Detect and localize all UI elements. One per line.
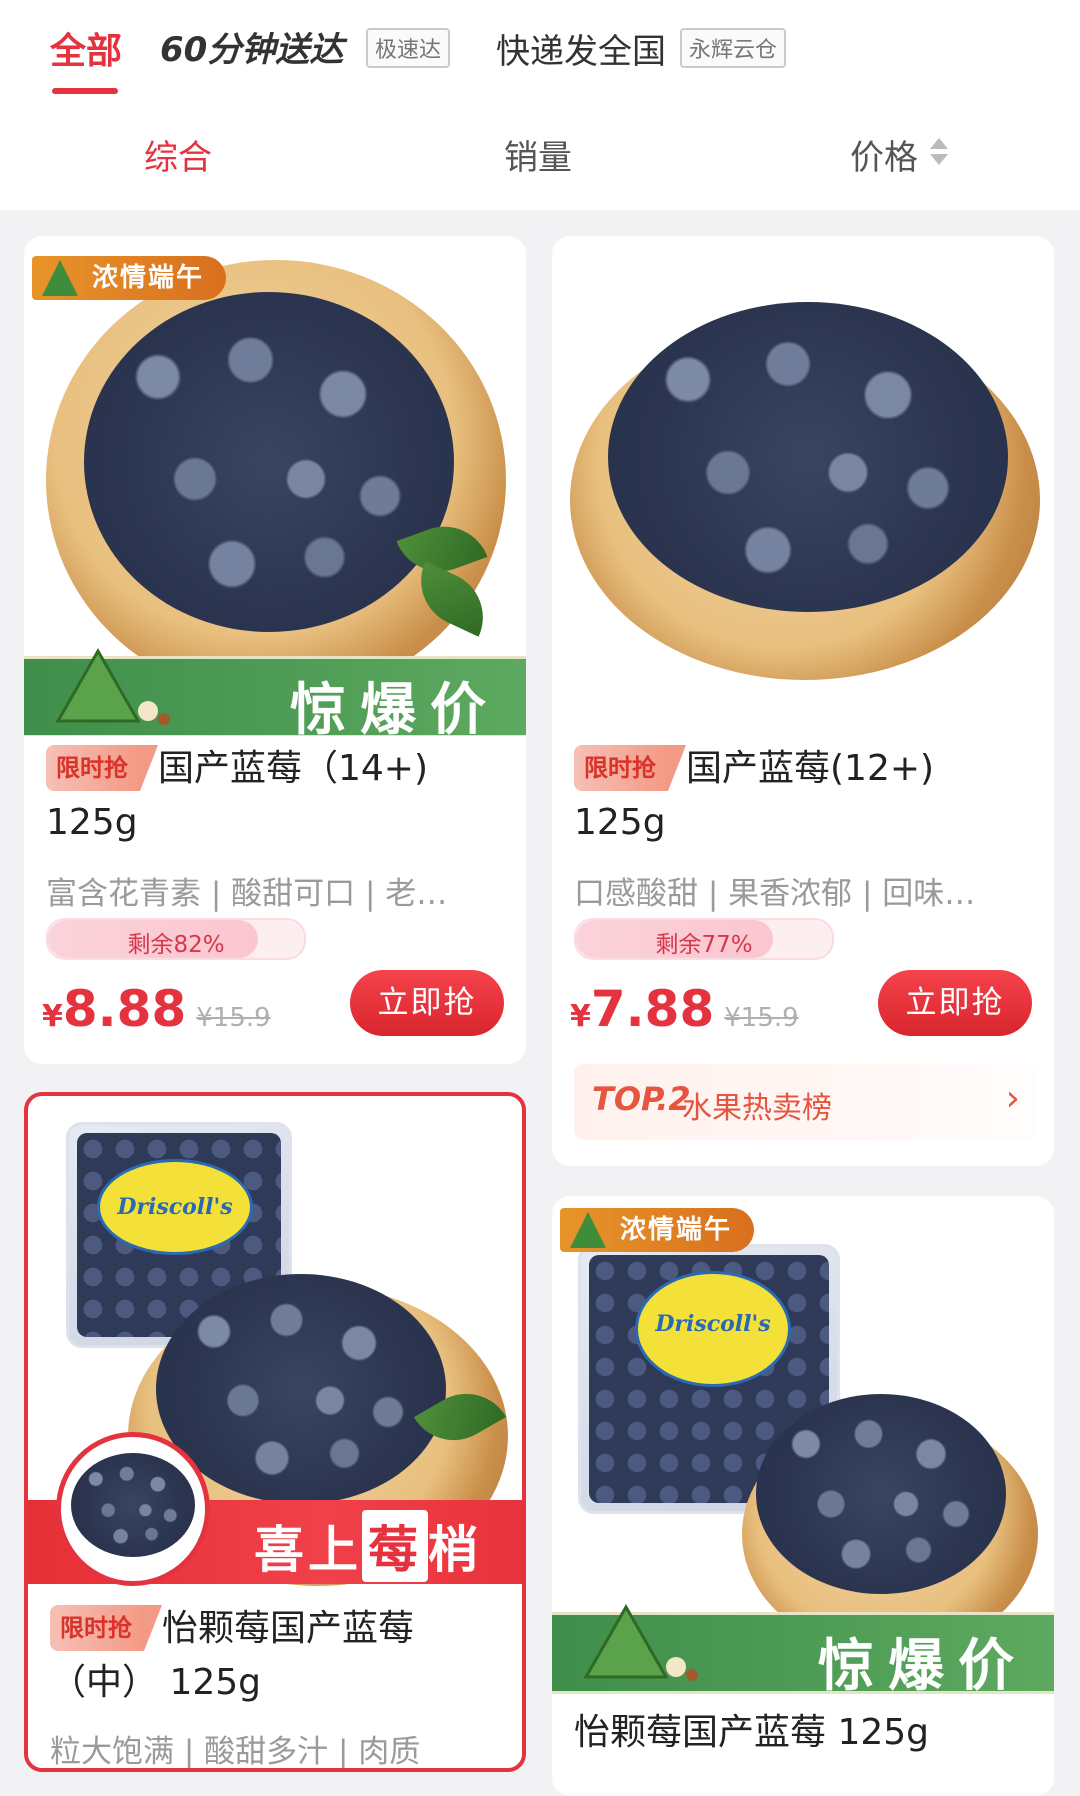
product-title: 怡颗莓国产蓝莓 125g bbox=[574, 1712, 930, 1753]
product-image bbox=[552, 236, 1054, 736]
product-title: 限时抢 国产蓝莓（14+) 125g bbox=[46, 742, 516, 850]
tab-active-indicator bbox=[52, 88, 118, 94]
product-card[interactable]: Driscoll's 浓情端午 惊爆价 怡颗莓国产蓝莓 125g bbox=[552, 1196, 1054, 1796]
sort-sales[interactable]: 销量 bbox=[504, 130, 572, 179]
warehouse-tag-badge: 永辉云仓 bbox=[680, 28, 787, 68]
rank-list-name: 水果热卖榜 bbox=[682, 1091, 832, 1126]
promo-ribbon: 浓情端午 bbox=[32, 256, 227, 300]
stock-progress: 剩余82% bbox=[46, 918, 306, 960]
product-subtitle: 口感酸甜 | 果香浓郁 | 回味… bbox=[574, 876, 976, 912]
sort-price[interactable]: 价格 bbox=[850, 130, 918, 179]
tab-all[interactable]: 全部 bbox=[50, 22, 122, 74]
express-tag-badge: 极速达 bbox=[366, 28, 451, 68]
product-image: 浓情端午 惊爆价 bbox=[24, 236, 526, 736]
rank-number: TOP.2 bbox=[592, 1080, 691, 1118]
channel-tab-bar: 全部 60分钟送达 极速达 快递发全国 永辉云仓 bbox=[0, 0, 1080, 110]
thumbnail-berries bbox=[56, 1432, 210, 1586]
buy-now-button[interactable]: 立即抢 bbox=[350, 970, 504, 1036]
tab-nationwide-express[interactable]: 快递发全国 bbox=[496, 24, 666, 73]
price: ¥7.88 ¥15.9 bbox=[570, 980, 799, 1038]
price-banner: 惊爆价 bbox=[552, 1603, 1054, 1696]
original-price: ¥15.9 bbox=[724, 1003, 799, 1033]
product-title: 限时抢 国产蓝莓(12+) 125g bbox=[574, 742, 1044, 850]
sort-comprehensive[interactable]: 综合 bbox=[144, 130, 212, 179]
price: ¥8.88 ¥15.9 bbox=[42, 980, 271, 1038]
product-image: Driscoll's 浓情端午 惊爆价 bbox=[552, 1196, 1054, 1696]
zongzi-icon bbox=[570, 1212, 606, 1248]
buy-now-button[interactable]: 立即抢 bbox=[878, 970, 1032, 1036]
flash-sale-tag: 限时抢 bbox=[574, 745, 686, 791]
ranking-link[interactable]: TOP.2 水果热卖榜 › bbox=[574, 1064, 1036, 1140]
promo-ribbon: 浓情端午 bbox=[560, 1208, 755, 1252]
zongzi-deco-icon bbox=[583, 1603, 698, 1681]
tab-sixty-minute-delivery[interactable]: 60分钟送达 bbox=[160, 22, 343, 71]
product-subtitle: 富含花青素 | 酸甜可口 | 老… bbox=[46, 876, 448, 912]
stock-progress: 剩余77% bbox=[574, 918, 834, 960]
zongzi-icon bbox=[42, 260, 78, 296]
brand-label: Driscoll's bbox=[97, 1159, 253, 1255]
sort-order-icon[interactable] bbox=[928, 136, 950, 172]
original-price: ¥15.9 bbox=[196, 1003, 271, 1033]
sort-bar: 综合 销量 价格 bbox=[0, 110, 1080, 210]
zongzi-deco-icon bbox=[55, 647, 170, 725]
product-image: Driscoll's 喜上莓梢 bbox=[28, 1096, 522, 1596]
chevron-right-icon: › bbox=[1005, 1078, 1020, 1119]
product-card[interactable]: 限时抢 国产蓝莓(12+) 125g 口感酸甜 | 果香浓郁 | 回味… 剩余77… bbox=[552, 236, 1054, 1166]
product-card[interactable]: 浓情端午 惊爆价 限时抢 国产蓝莓（14+) 125g 富含花青素 | 酸甜可口 … bbox=[24, 236, 526, 1064]
flash-sale-tag: 限时抢 bbox=[46, 745, 158, 791]
flash-sale-tag: 限时抢 bbox=[50, 1605, 162, 1651]
price-banner: 惊爆价 bbox=[24, 647, 526, 736]
product-title: 限时抢 怡颗莓国产蓝莓 （中） 125g bbox=[50, 1602, 520, 1710]
product-subtitle: 粒大饱满 | 酸甜多汁 | 肉质 bbox=[50, 1734, 421, 1770]
product-card[interactable]: Driscoll's 喜上莓梢 限时抢 怡颗莓国产蓝莓 （中） 125g 粒大饱满… bbox=[24, 1092, 526, 1772]
brand-label: Driscoll's bbox=[635, 1271, 791, 1387]
